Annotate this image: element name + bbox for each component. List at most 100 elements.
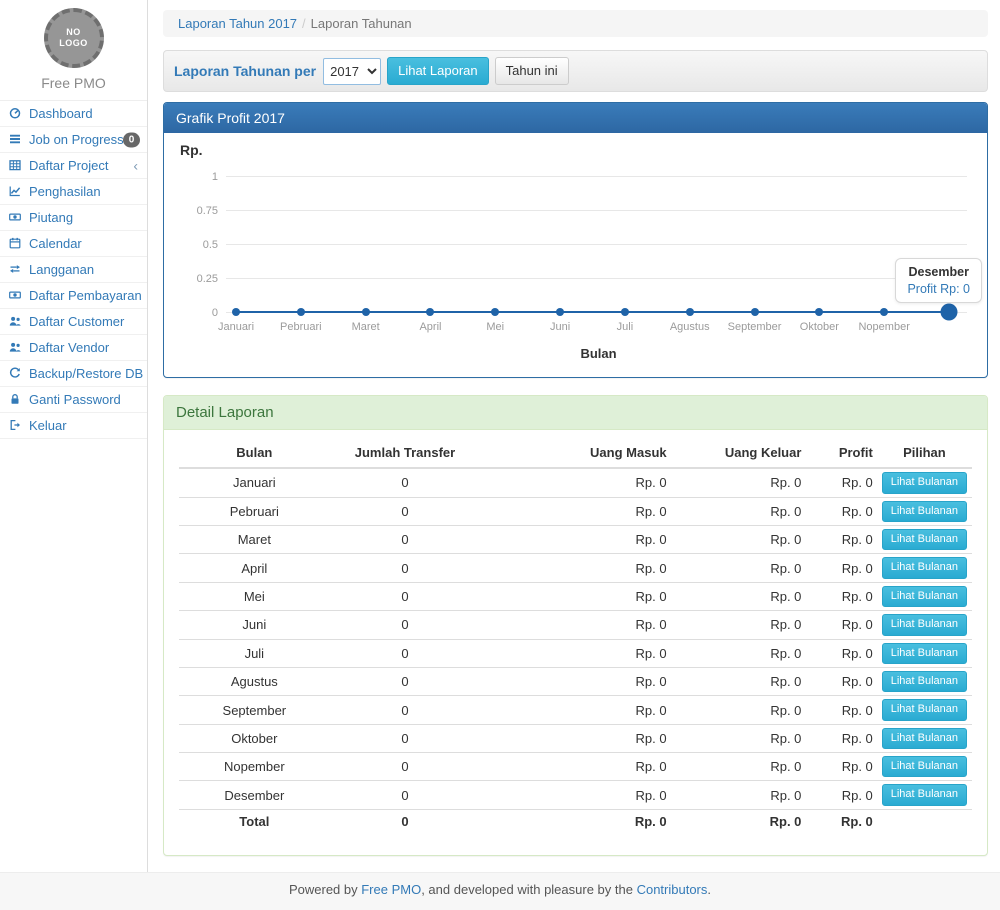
cell-profit: Rp. 0 bbox=[805, 667, 876, 695]
money-icon bbox=[9, 211, 22, 224]
sidebar-item-dashboard[interactable]: Dashboard bbox=[0, 101, 147, 127]
cell-jumlah_transfer: 0 bbox=[330, 753, 481, 781]
view-report-button[interactable]: Lihat Laporan bbox=[387, 57, 489, 85]
cell-bulan: Januari bbox=[179, 468, 330, 497]
y-tick-label: 0.5 bbox=[180, 239, 218, 251]
cell-uang_keluar: Rp. 0 bbox=[671, 468, 806, 497]
logo-wrap: NOLOGO bbox=[0, 0, 147, 68]
footer-contributors-link[interactable]: Contributors bbox=[637, 882, 708, 897]
footer-brand-link[interactable]: Free PMO bbox=[361, 882, 421, 897]
view-monthly-button-oktober[interactable]: Lihat Bulanan bbox=[882, 728, 967, 749]
table-row-mei: Mei0Rp. 0Rp. 0Rp. 0Lihat Bulanan bbox=[179, 582, 972, 610]
view-monthly-button-september[interactable]: Lihat Bulanan bbox=[882, 699, 967, 720]
view-monthly-button-agustus[interactable]: Lihat Bulanan bbox=[882, 671, 967, 692]
sidebar-item-daftar-customer[interactable]: Daftar Customer bbox=[0, 309, 147, 335]
data-point-september[interactable] bbox=[751, 308, 759, 316]
view-monthly-button-desember[interactable]: Lihat Bulanan bbox=[882, 784, 967, 805]
sidebar-item-label: Langganan bbox=[29, 262, 94, 277]
cell-bulan: Maret bbox=[179, 525, 330, 553]
app-root: NOLOGO Free PMO DashboardJob on Progress… bbox=[0, 0, 1000, 910]
x-tick-label: Juni bbox=[550, 321, 570, 333]
sidebar-item-ganti-password[interactable]: Ganti Password bbox=[0, 387, 147, 413]
sidebar-item-langganan[interactable]: Langganan bbox=[0, 257, 147, 283]
x-tick-label: September bbox=[728, 321, 782, 333]
footer: Powered by Free PMO, and developed with … bbox=[0, 872, 1000, 910]
data-point-pebruari[interactable] bbox=[297, 308, 305, 316]
breadcrumb-separator: / bbox=[297, 16, 311, 31]
report-table-body: Januari0Rp. 0Rp. 0Rp. 0Lihat BulananPebr… bbox=[179, 468, 972, 833]
page: NOLOGO Free PMO DashboardJob on Progress… bbox=[0, 0, 1000, 872]
data-point-maret[interactable] bbox=[362, 308, 370, 316]
sidebar-item-penghasilan[interactable]: Penghasilan bbox=[0, 179, 147, 205]
cell-action: Lihat Bulanan bbox=[877, 582, 972, 610]
cell-uang_keluar: Rp. 0 bbox=[671, 611, 806, 639]
view-monthly-button-januari[interactable]: Lihat Bulanan bbox=[882, 472, 967, 493]
sidebar-item-daftar-project[interactable]: Daftar Project‹ bbox=[0, 153, 147, 179]
total-jumlah_transfer: 0 bbox=[330, 809, 481, 833]
data-point-nopember[interactable] bbox=[880, 308, 888, 316]
line-chart-icon bbox=[9, 185, 22, 198]
data-point-juni[interactable] bbox=[556, 308, 564, 316]
sidebar-item-keluar[interactable]: Keluar bbox=[0, 413, 147, 439]
data-point-agustus[interactable] bbox=[686, 308, 694, 316]
table-row-januari: Januari0Rp. 0Rp. 0Rp. 0Lihat Bulanan bbox=[179, 468, 972, 497]
view-monthly-button-pebruari[interactable]: Lihat Bulanan bbox=[882, 501, 967, 522]
cell-uang_keluar: Rp. 0 bbox=[671, 724, 806, 752]
breadcrumb-link[interactable]: Laporan Tahun 2017 bbox=[178, 16, 297, 31]
view-monthly-button-nopember[interactable]: Lihat Bulanan bbox=[882, 756, 967, 777]
footer-text-middle: , and developed with pleasure by the bbox=[421, 882, 636, 897]
cell-profit: Rp. 0 bbox=[805, 525, 876, 553]
year-select[interactable]: 2017 bbox=[323, 58, 381, 85]
view-monthly-button-april[interactable]: Lihat Bulanan bbox=[882, 557, 967, 578]
table-row-maret: Maret0Rp. 0Rp. 0Rp. 0Lihat Bulanan bbox=[179, 525, 972, 553]
main-content: Laporan Tahun 2017/Laporan Tahunan Lapor… bbox=[148, 0, 1000, 872]
cell-bulan: Oktober bbox=[179, 724, 330, 752]
x-axis-title: Bulan bbox=[226, 346, 971, 361]
sidebar-item-piutang[interactable]: Piutang bbox=[0, 205, 147, 231]
profit-line bbox=[236, 311, 949, 313]
sidebar: NOLOGO Free PMO DashboardJob on Progress… bbox=[0, 0, 148, 872]
data-point-oktober[interactable] bbox=[815, 308, 823, 316]
sidebar-item-daftar-vendor[interactable]: Daftar Vendor bbox=[0, 335, 147, 361]
cell-uang_masuk: Rp. 0 bbox=[480, 611, 670, 639]
total-action-empty bbox=[877, 809, 972, 833]
app-logo: NOLOGO bbox=[44, 8, 104, 68]
this-year-button[interactable]: Tahun ini bbox=[495, 57, 569, 85]
cell-jumlah_transfer: 0 bbox=[330, 724, 481, 752]
sidebar-item-daftar-pembayaran[interactable]: Daftar Pembayaran bbox=[0, 283, 147, 309]
report-table: BulanJumlah TransferUang MasukUang Kelua… bbox=[179, 438, 972, 833]
sidebar-item-job-on-progress[interactable]: Job on Progress0 bbox=[0, 127, 147, 153]
data-point-juli[interactable] bbox=[621, 308, 629, 316]
view-monthly-button-maret[interactable]: Lihat Bulanan bbox=[882, 529, 967, 550]
y-tick-label: 1 bbox=[180, 171, 218, 183]
view-monthly-button-juli[interactable]: Lihat Bulanan bbox=[882, 643, 967, 664]
x-tick-label: April bbox=[419, 321, 441, 333]
sidebar-item-calendar[interactable]: Calendar bbox=[0, 231, 147, 257]
cell-profit: Rp. 0 bbox=[805, 639, 876, 667]
breadcrumb-current: Laporan Tahunan bbox=[311, 16, 412, 31]
profit-chart-plot: 10.750.50.250JanuariPebruariMaretAprilMe… bbox=[226, 168, 967, 340]
cell-uang_keluar: Rp. 0 bbox=[671, 639, 806, 667]
sidebar-item-backup-restore-db[interactable]: Backup/Restore DB bbox=[0, 361, 147, 387]
cell-action: Lihat Bulanan bbox=[877, 753, 972, 781]
x-tick-label: Pebruari bbox=[280, 321, 322, 333]
sidebar-menu: DashboardJob on Progress0Daftar Project‹… bbox=[0, 100, 147, 439]
footer-text-prefix: Powered by bbox=[289, 882, 361, 897]
data-point-april[interactable] bbox=[426, 308, 434, 316]
sidebar-item-label: Job on Progress bbox=[29, 132, 124, 147]
data-point-desember[interactable] bbox=[941, 304, 958, 321]
data-point-januari[interactable] bbox=[232, 308, 240, 316]
x-tick-label: Maret bbox=[352, 321, 380, 333]
view-monthly-button-mei[interactable]: Lihat Bulanan bbox=[882, 586, 967, 607]
chart-body: Rp. 10.750.50.250JanuariPebruariMaretApr… bbox=[164, 133, 987, 377]
sidebar-item-label: Keluar bbox=[29, 418, 67, 433]
tooltip-value: Profit Rp: 0 bbox=[907, 282, 970, 296]
cell-profit: Rp. 0 bbox=[805, 781, 876, 809]
report-filter-bar: Laporan Tahunan per 2017 Lihat Laporan T… bbox=[163, 50, 988, 92]
table-row-nopember: Nopember0Rp. 0Rp. 0Rp. 0Lihat Bulanan bbox=[179, 753, 972, 781]
sidebar-item-label: Daftar Customer bbox=[29, 314, 124, 329]
brand-name: Free PMO bbox=[0, 68, 147, 100]
data-point-mei[interactable] bbox=[491, 308, 499, 316]
x-tick-label: Mei bbox=[486, 321, 504, 333]
view-monthly-button-juni[interactable]: Lihat Bulanan bbox=[882, 614, 967, 635]
